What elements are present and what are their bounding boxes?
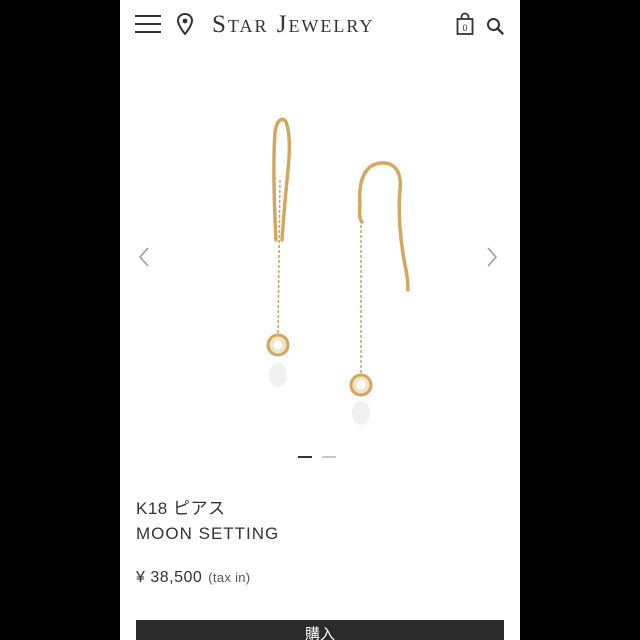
- slide-indicator: [298, 456, 348, 460]
- site-header: Star Jewelry 0: [120, 0, 520, 50]
- product-price: ¥ 38,500: [136, 569, 203, 586]
- map-pin-icon[interactable]: [177, 13, 193, 35]
- product-image-gallery[interactable]: [120, 100, 520, 470]
- hamburger-menu-icon[interactable]: [135, 15, 161, 33]
- chevron-left-icon[interactable]: [136, 245, 152, 269]
- brand-logo[interactable]: Star Jewelry: [212, 11, 442, 39]
- buy-button[interactable]: 購入: [136, 620, 504, 640]
- tax-note: (tax in): [208, 570, 251, 585]
- product-name: MOON SETTING: [136, 524, 280, 543]
- chevron-right-icon[interactable]: [484, 245, 500, 269]
- shopping-bag-icon[interactable]: 0: [456, 12, 474, 36]
- slide-dot-active[interactable]: [298, 456, 312, 458]
- earrings-product-image: [266, 117, 410, 425]
- price-row: ¥ 38,500 (tax in): [136, 569, 250, 587]
- product-category: K18 ピアス: [136, 499, 226, 518]
- slide-dot[interactable]: [322, 456, 336, 458]
- search-icon[interactable]: [486, 17, 504, 35]
- phone-screen: Star Jewelry 0 K18 ピアス MOON SETTING ¥ 38…: [120, 0, 520, 640]
- bag-count: 0: [462, 23, 467, 33]
